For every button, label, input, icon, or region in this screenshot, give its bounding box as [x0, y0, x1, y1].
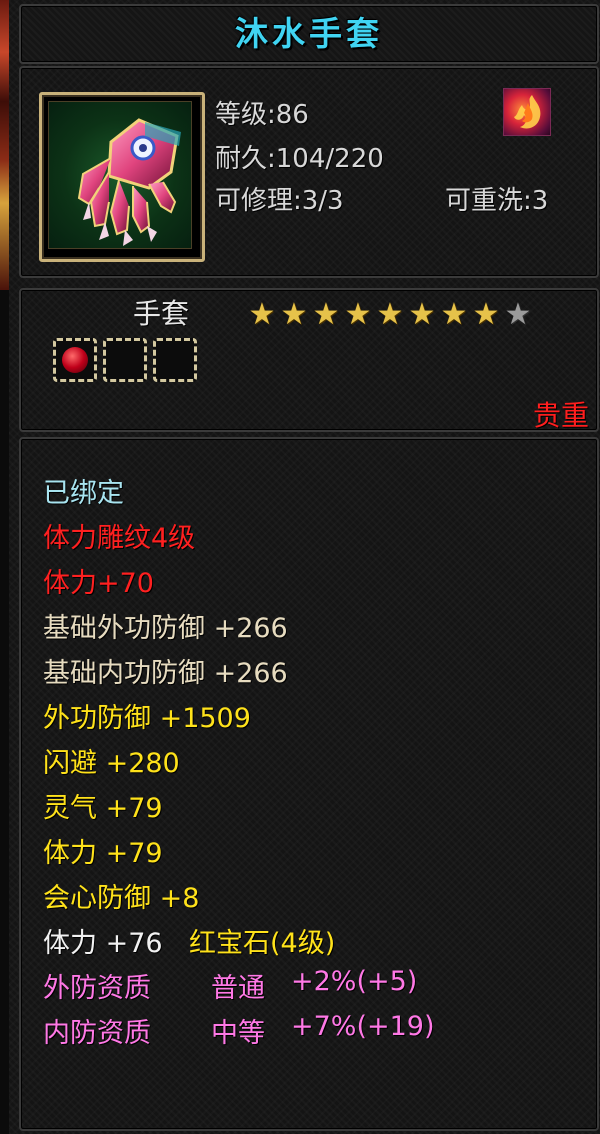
- gem-stat: 体力 +76: [43, 928, 163, 959]
- star-filled-icon: ★: [344, 297, 372, 332]
- star-filled-icon: ★: [440, 297, 468, 332]
- crit-defense-stat: 会心防御 +8: [43, 883, 200, 914]
- item-icon-frame: [39, 92, 205, 262]
- rarity-label: 贵重: [533, 399, 590, 432]
- item-durability: 耐久:104/220: [215, 144, 384, 174]
- item-name: 沐水手套: [235, 14, 383, 53]
- stamina-stat: 体力 +79: [43, 838, 163, 869]
- item-repairable: 可修理:3/3: [215, 186, 344, 216]
- gem-slot-2[interactable]: [103, 338, 147, 382]
- engraving-bonus: 体力+70: [43, 568, 154, 599]
- side-decoration: [0, 0, 9, 290]
- external-quality-grade: 普通: [211, 973, 265, 1004]
- star-empty-icon: ★: [504, 297, 532, 332]
- bound-status: 已绑定: [43, 478, 124, 509]
- gem-name: 红宝石(4级): [189, 928, 336, 959]
- star-filled-icon: ★: [312, 297, 340, 332]
- gem-slot-3[interactable]: [153, 338, 197, 382]
- internal-quality-value: +7%(+19): [291, 1011, 435, 1042]
- internal-quality-grade: 中等: [211, 1018, 265, 1049]
- internal-quality-label: 内防资质: [43, 1018, 151, 1049]
- external-defense: 外功防御 +1509: [43, 703, 251, 734]
- external-quality-value: +2%(+5): [291, 966, 418, 997]
- pink-gauntlet-icon: [48, 101, 192, 249]
- base-internal-defense: 基础内功防御 +266: [43, 658, 288, 689]
- red-gem-icon: [62, 347, 88, 373]
- base-external-defense: 基础外功防御 +266: [43, 613, 288, 644]
- star-filled-icon: ★: [280, 297, 308, 332]
- engraving-line: 体力雕纹4级: [43, 523, 196, 554]
- gem-slot-1[interactable]: [53, 338, 97, 382]
- item-tooltip: 沐水手套 等级:86 耐久:104/220 可修理:3/3 可重洗:3 手套 ★…: [9, 0, 600, 1134]
- flame-badge-icon: [503, 88, 551, 136]
- star-filled-icon: ★: [408, 297, 436, 332]
- spirit-stat: 灵气 +79: [43, 793, 163, 824]
- dodge-stat: 闪避 +280: [43, 748, 180, 779]
- star-filled-icon: ★: [248, 297, 276, 332]
- type-panel: 手套 ★ ★ ★ ★ ★ ★ ★ ★ ★ 贵重: [19, 288, 599, 432]
- title-bar: 沐水手套: [19, 4, 599, 64]
- info-panel: 等级:86 耐久:104/220 可修理:3/3 可重洗:3: [19, 66, 599, 278]
- external-quality-label: 外防资质: [43, 973, 151, 1004]
- item-level: 等级:86: [215, 100, 309, 130]
- star-filled-icon: ★: [376, 297, 404, 332]
- item-rewashable: 可重洗:3: [445, 186, 549, 216]
- star-filled-icon: ★: [472, 297, 500, 332]
- attributes-panel: 已绑定 体力雕纹4级 体力+70 基础外功防御 +266 基础内功防御 +266…: [19, 437, 599, 1131]
- equipment-type: 手套: [133, 297, 190, 330]
